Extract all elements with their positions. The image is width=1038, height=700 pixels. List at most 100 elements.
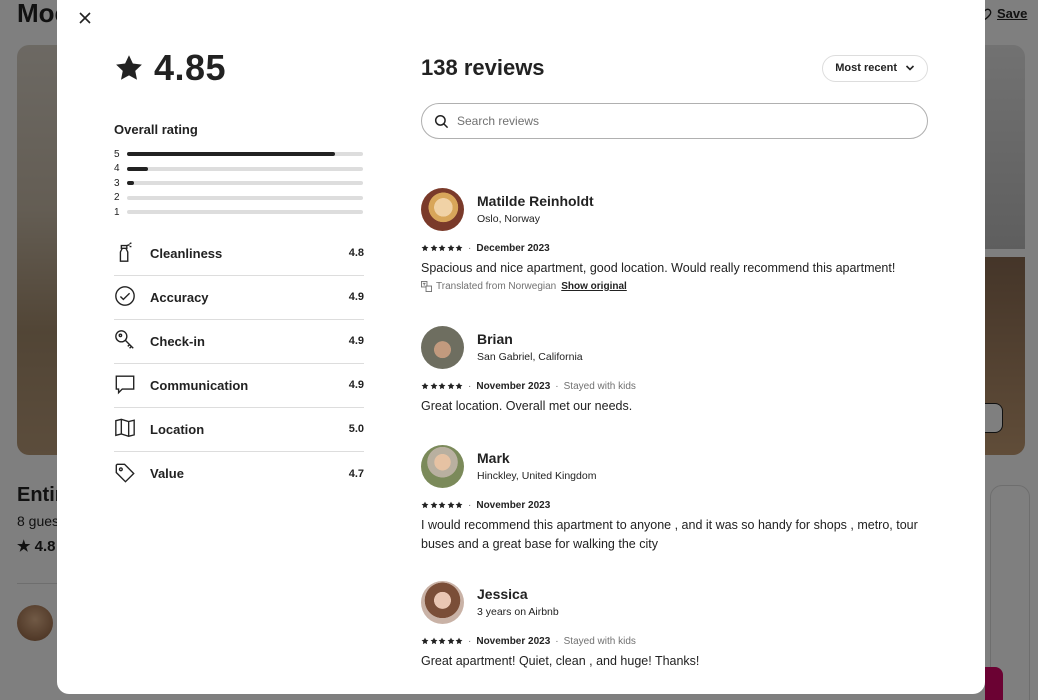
search-bar <box>421 103 928 139</box>
rating-bar-track <box>127 166 363 171</box>
star-icon <box>447 244 454 252</box>
review-meta: · November 2023 <box>421 498 928 512</box>
review-item: Mark Hinckley, United Kingdom · November… <box>421 444 928 553</box>
star-icon <box>116 55 142 80</box>
star-icon <box>447 637 454 645</box>
star-icon <box>430 501 437 509</box>
reviewer-name: Mark <box>477 449 510 466</box>
separator-dot: · <box>468 635 472 647</box>
review-item: Jessica 3 years on Airbnb · November 202… <box>421 580 928 671</box>
separator-dot: · <box>555 635 559 647</box>
category-score: 4.8 <box>348 247 364 259</box>
show-original-link[interactable]: Show original <box>561 281 627 292</box>
translate-icon <box>421 280 432 292</box>
review-text: Great apartment! Quiet, clean , and huge… <box>421 654 700 668</box>
avatar[interactable] <box>421 580 464 624</box>
sort-label: Most recent <box>835 62 897 74</box>
category-label: Check-in <box>150 333 205 349</box>
star-icon <box>447 501 454 509</box>
rating-bar-track <box>127 210 363 215</box>
rating-distribution: 5 4 3 2 1 <box>114 147 364 220</box>
rating-bar-track <box>127 181 363 186</box>
category-label: Value <box>150 466 184 481</box>
rating-bar-label: 2 <box>114 192 120 204</box>
overall-rating-label: Overall rating <box>114 122 198 137</box>
star-icon <box>438 244 446 252</box>
rating-bar-row: 5 <box>114 147 364 162</box>
rating-bar-fill <box>127 152 335 157</box>
reviewer-location: Oslo, Norway <box>477 212 541 225</box>
avatar[interactable] <box>421 187 464 231</box>
reviewer-name: Jessica <box>477 585 528 602</box>
category-score: 4.9 <box>348 335 364 347</box>
review-date: November 2023 <box>476 380 551 392</box>
review-meta: · November 2023 · Stayed with kids <box>421 634 928 648</box>
category-communication: Communication 4.9 <box>114 364 364 408</box>
tag-icon <box>114 462 138 486</box>
reviewer-location: San Gabriel, California <box>477 350 583 363</box>
close-button[interactable] <box>75 8 95 28</box>
reviewer-location: Hinckley, United Kingdom <box>477 469 597 482</box>
category-location: Location 5.0 <box>114 408 364 452</box>
reviewer-name: Matilde Reinholdt <box>477 192 594 209</box>
search-input[interactable] <box>457 114 915 128</box>
review-stars <box>421 637 463 645</box>
reviews-panel: 138 reviews Most recent Matilde Reinhold… <box>421 48 928 668</box>
map-icon <box>114 417 138 441</box>
category-score: 4.9 <box>348 291 364 303</box>
separator-dot: · <box>468 242 472 254</box>
rating-bar-row: 4 <box>114 162 364 177</box>
star-icon <box>421 244 429 252</box>
reviewer-tenure: 3 years on Airbnb <box>477 605 559 618</box>
review-date: December 2023 <box>476 242 550 254</box>
rating-bar-label: 4 <box>114 163 120 175</box>
review-header: Brian San Gabriel, California <box>421 325 928 369</box>
review-text: Great location. Overall met our needs. <box>421 399 633 413</box>
category-score: 4.9 <box>348 379 364 391</box>
review-text: Spacious and nice apartment, good locati… <box>421 261 896 275</box>
avatar[interactable] <box>421 444 464 488</box>
star-icon <box>447 382 454 390</box>
translation-note: Translated from Norwegian Show original <box>421 280 928 292</box>
review-stars <box>421 244 463 252</box>
chevron-down-icon <box>905 65 915 71</box>
review-meta: · December 2023 <box>421 241 928 255</box>
review-item: Matilde Reinholdt Oslo, Norway · Decembe… <box>421 187 928 292</box>
star-icon <box>455 244 463 252</box>
separator-dot: · <box>468 380 472 392</box>
review-meta: · November 2023 · Stayed with kids <box>421 379 928 393</box>
rating-bar-fill <box>127 166 149 171</box>
category-label: Cleanliness <box>150 245 223 261</box>
sort-dropdown[interactable]: Most recent <box>822 54 928 82</box>
star-icon <box>430 382 437 390</box>
review-date: November 2023 <box>476 635 551 647</box>
rating-bar-label: 5 <box>114 148 120 160</box>
review-date: November 2023 <box>476 499 551 511</box>
spray-bottle-icon <box>114 241 138 265</box>
rating-bar-row: 2 <box>114 191 364 206</box>
category-accuracy: Accuracy 4.9 <box>114 276 364 320</box>
key-icon <box>114 329 138 353</box>
search-icon <box>434 114 449 128</box>
review-stars <box>421 382 463 390</box>
reviews-modal: 4.85 Overall rating 5 4 3 2 1 Cleanlines… <box>57 0 985 694</box>
stay-type: Stayed with kids <box>563 380 636 392</box>
rating-bar-row: 1 <box>114 205 364 220</box>
category-label: Accuracy <box>150 289 209 305</box>
rating-summary: 4.85 Overall rating 5 4 3 2 1 Cleanlines… <box>114 44 364 496</box>
category-label: Communication <box>150 377 249 393</box>
review-item: Brian San Gabriel, California · November… <box>421 325 928 416</box>
rating-bar-label: 3 <box>114 177 120 189</box>
review-stars <box>421 501 463 509</box>
avatar[interactable] <box>421 325 464 369</box>
star-icon <box>430 637 437 645</box>
rating-bar-label: 1 <box>114 206 120 218</box>
star-icon <box>421 637 429 645</box>
category-score: 4.7 <box>348 467 364 480</box>
overall-rating-value: 4.85 <box>154 47 227 88</box>
review-text: I would recommend this apartment to anyo… <box>421 518 918 551</box>
star-icon <box>438 382 446 390</box>
star-icon <box>421 382 429 390</box>
reviewer-name: Brian <box>477 330 513 347</box>
star-icon <box>438 637 446 645</box>
